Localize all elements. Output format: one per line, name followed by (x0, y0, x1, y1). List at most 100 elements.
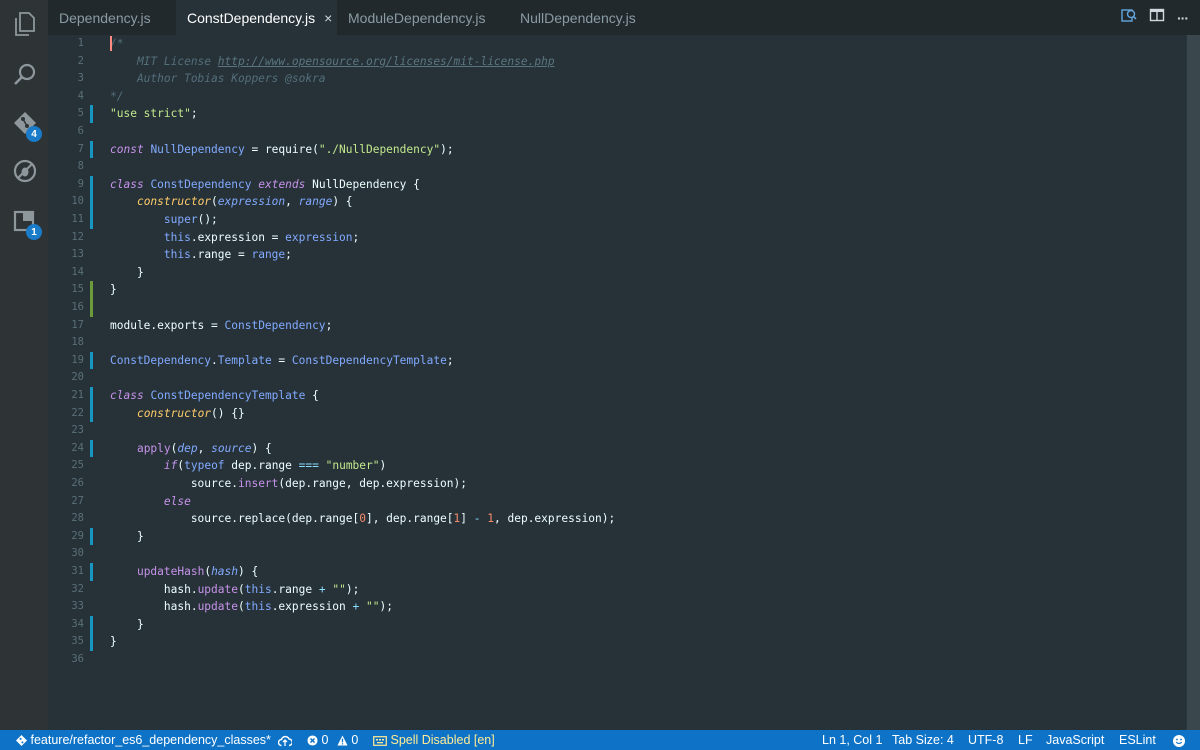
code-line[interactable]: 19 ConstDependency.Template = ConstDepend… (48, 351, 1178, 370)
line-ending[interactable]: LF (1018, 730, 1033, 750)
sync-icon[interactable] (278, 730, 292, 750)
gutter-modified-marker[interactable] (90, 175, 93, 194)
line-number[interactable]: 32 (48, 581, 84, 599)
gutter-modified-marker[interactable] (90, 387, 93, 405)
search-icon[interactable] (12, 61, 38, 87)
gutter-modified-marker[interactable] (90, 351, 93, 370)
close-icon[interactable]: × (324, 10, 332, 26)
gutter-modified-marker[interactable] (90, 563, 93, 581)
gutter-modified-marker[interactable] (90, 439, 93, 458)
line-number[interactable]: 7 (48, 141, 84, 159)
line-number[interactable]: 16 (48, 299, 84, 317)
debug-icon[interactable] (12, 158, 38, 184)
gutter-modified-marker[interactable] (90, 105, 93, 123)
code-line[interactable]: 10 constructor(expression, range) { (48, 193, 1178, 211)
tab-const-dependency[interactable]: ConstDependency.js × (176, 0, 337, 35)
code-line[interactable]: 12 this.expression = expression; (48, 229, 1178, 247)
line-number[interactable]: 13 (48, 246, 84, 264)
line-number[interactable]: 10 (48, 193, 84, 211)
code-line[interactable]: 6 (48, 123, 1178, 141)
code-line[interactable]: 28 source.replace(dep.range[0], dep.rang… (48, 510, 1178, 528)
code-line[interactable]: 25 if(typeof dep.range === "number") (48, 457, 1178, 475)
code-line[interactable]: 20 (48, 369, 1178, 387)
encoding[interactable]: UTF-8 (968, 730, 1003, 750)
more-actions-icon[interactable]: ··· (1177, 10, 1189, 26)
line-number[interactable]: 15 (48, 281, 84, 299)
code-line[interactable]: 21 class ConstDependencyTemplate { (48, 387, 1178, 405)
tab-size[interactable]: Tab Size: 4 (892, 730, 954, 750)
line-number[interactable]: 4 (48, 88, 84, 106)
code-line[interactable]: 2 MIT License http://www.opensource.org/… (48, 53, 1178, 71)
line-number[interactable]: 26 (48, 475, 84, 493)
code-line[interactable]: 24 apply(dep, source) { (48, 439, 1178, 458)
code-line[interactable]: 5 "use strict"; (48, 105, 1178, 123)
extensions-icon[interactable]: 1 (12, 208, 42, 240)
tab-null-dependency[interactable]: NullDependency.js (509, 0, 659, 35)
code-line[interactable]: 29 } (48, 527, 1178, 546)
code-line[interactable]: 33 hash.update(this.expression + ""); (48, 598, 1178, 616)
line-number[interactable]: 18 (48, 334, 84, 352)
code-line[interactable]: 22 constructor() {} (48, 404, 1178, 423)
gutter-modified-marker[interactable] (90, 404, 93, 423)
split-editor-icon[interactable] (1149, 7, 1165, 28)
git-icon[interactable]: 4 (12, 110, 42, 142)
line-number[interactable]: 21 (48, 387, 84, 405)
problems-indicator[interactable]: 0 0 (307, 730, 358, 750)
code-line[interactable]: 36 (48, 651, 1178, 669)
line-number[interactable]: 5 (48, 105, 84, 123)
line-number[interactable]: 22 (48, 405, 84, 423)
line-number[interactable]: 33 (48, 598, 84, 616)
eslint-status[interactable]: ESLint (1119, 730, 1156, 750)
cursor-position[interactable]: Ln 1, Col 1 (822, 730, 882, 750)
line-number[interactable]: 34 (48, 616, 84, 634)
code-line[interactable]: 9 class ConstDependency extends NullDepen… (48, 175, 1178, 194)
code-line[interactable]: 27 else (48, 493, 1178, 511)
language-mode[interactable]: JavaScript (1046, 730, 1104, 750)
tab-module-dependency[interactable]: ModuleDependency.js (337, 0, 509, 35)
line-number[interactable]: 8 (48, 158, 84, 176)
code-line[interactable]: 16 (48, 299, 1178, 317)
tab-dependency[interactable]: Dependency.js (48, 0, 176, 35)
code-line[interactable]: 13 this.range = range; (48, 246, 1178, 264)
code-line[interactable]: 11 super(); (48, 211, 1178, 229)
line-number[interactable]: 20 (48, 369, 84, 387)
line-number[interactable]: 3 (48, 70, 84, 88)
gutter-added-marker[interactable] (90, 299, 93, 317)
line-number[interactable]: 36 (48, 651, 84, 669)
gutter-modified-marker[interactable] (90, 615, 93, 634)
vertical-scrollbar[interactable] (1186, 35, 1200, 730)
gutter-modified-marker[interactable] (90, 633, 93, 651)
code-line[interactable]: 30 (48, 545, 1178, 563)
code-line[interactable]: 14 } (48, 264, 1178, 282)
code-line[interactable]: 32 hash.update(this.range + ""); (48, 581, 1178, 599)
line-number[interactable]: 25 (48, 457, 84, 475)
code-line[interactable]: 18 (48, 334, 1178, 352)
line-number[interactable]: 35 (48, 633, 84, 651)
line-number[interactable]: 1 (48, 35, 84, 53)
code-line[interactable]: 26 source.insert(dep.range, dep.expressi… (48, 475, 1178, 493)
line-number[interactable]: 29 (48, 528, 84, 546)
gutter-modified-marker[interactable] (90, 527, 93, 546)
code-line[interactable]: 1 /* (48, 35, 1178, 53)
line-number[interactable]: 12 (48, 229, 84, 247)
line-number[interactable]: 2 (48, 53, 84, 71)
code-line[interactable]: 3 Author Tobias Koppers @sokra (48, 70, 1178, 88)
gutter-modified-marker[interactable] (90, 140, 93, 159)
line-number[interactable]: 27 (48, 493, 84, 511)
spell-checker-status[interactable]: Spell Disabled [en] (373, 730, 495, 750)
code-line[interactable]: 35} (48, 633, 1178, 651)
feedback-icon[interactable] (1172, 730, 1186, 750)
line-number[interactable]: 31 (48, 563, 84, 581)
branch-indicator[interactable]: feature/refactor_es6_dependency_classes* (16, 730, 271, 750)
open-changes-icon[interactable] (1121, 7, 1137, 28)
line-number[interactable]: 6 (48, 123, 84, 141)
code-line[interactable]: 7 const NullDependency = require("./NullD… (48, 140, 1178, 159)
code-line[interactable]: 17 module.exports = ConstDependency; (48, 317, 1178, 335)
line-number[interactable]: 28 (48, 510, 84, 528)
line-number[interactable]: 9 (48, 176, 84, 194)
gutter-added-marker[interactable] (90, 281, 93, 299)
code-line[interactable]: 31 updateHash(hash) { (48, 563, 1178, 581)
code-line[interactable]: 8 (48, 158, 1178, 176)
code-line[interactable]: 4 */ (48, 88, 1178, 106)
line-number[interactable]: 17 (48, 317, 84, 335)
